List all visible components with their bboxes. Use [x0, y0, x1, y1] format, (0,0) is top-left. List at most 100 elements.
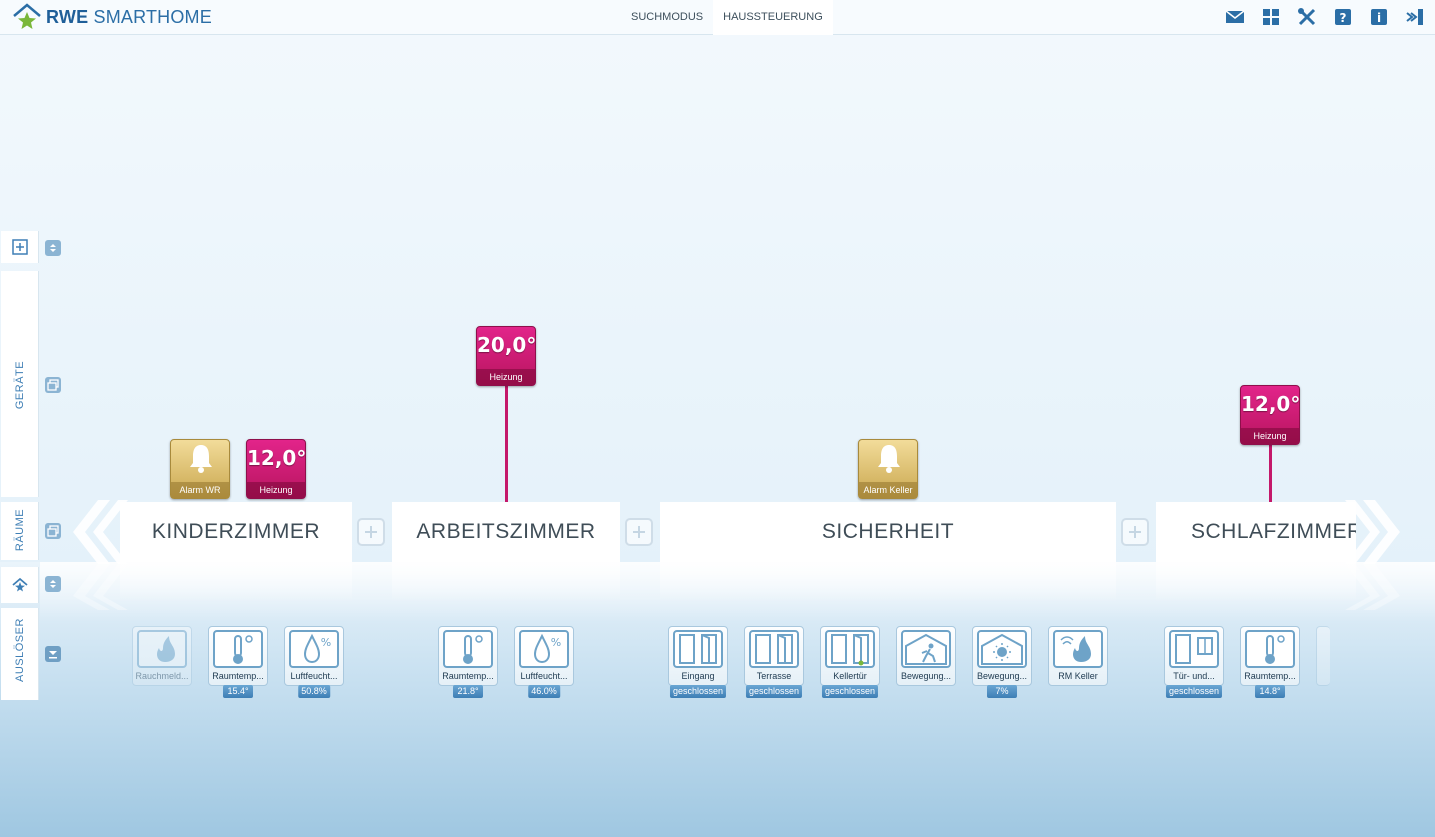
- logout-icon[interactable]: [1403, 6, 1427, 28]
- door-icon: [825, 630, 875, 668]
- house-star-icon: [12, 3, 42, 31]
- house-star-icon[interactable]: [12, 577, 28, 593]
- room-arbeitszimmer[interactable]: ARBEITSZIMMER: [392, 502, 620, 562]
- tile-label: Alarm WR: [171, 482, 229, 498]
- bell-icon: [873, 442, 905, 479]
- window-icon[interactable]: [45, 523, 61, 539]
- top-bar: RWE SMARTHOME SUCHMODUS HAUSSTEUERUNG ? …: [0, 0, 1435, 35]
- humidity-icon: %: [289, 630, 339, 668]
- tile-label: Heizung: [247, 482, 305, 498]
- door-window-icon: [1169, 630, 1219, 668]
- room-kinderzimmer[interactable]: KINDERZIMMER: [120, 502, 352, 562]
- tile-label: Heizung: [477, 369, 535, 385]
- tools-icon[interactable]: [1295, 6, 1319, 28]
- geraete-label: GERÄTE: [14, 360, 26, 410]
- room-schlafzimmer[interactable]: SCHLAFZIMMER: [1156, 502, 1356, 562]
- device-stem: [1269, 444, 1272, 502]
- window-door-sensor[interactable]: Tür- und... geschlossen: [1164, 626, 1224, 698]
- add-room-button[interactable]: [1121, 518, 1149, 546]
- room-reflection: [660, 562, 1116, 602]
- door-sensor[interactable]: Kellertür geschlossen: [820, 626, 880, 698]
- thermometer-icon: [213, 630, 263, 668]
- svg-text:i: i: [1377, 11, 1381, 25]
- alarm-tile[interactable]: Alarm Keller: [858, 439, 918, 499]
- door-icon: [749, 630, 799, 668]
- add-device-block: [1, 231, 39, 263]
- humidity-sensor[interactable]: % Luftfeucht... 46.0%: [514, 626, 574, 698]
- tab-suchmodus[interactable]: SUCHMODUS: [621, 0, 713, 35]
- flame-icon: [1053, 630, 1103, 668]
- svg-text:%: %: [321, 636, 331, 649]
- scroll-updown-icon[interactable]: [45, 240, 61, 256]
- geraete-block: GERÄTE: [1, 271, 39, 497]
- door-sensor[interactable]: Eingang geschlossen: [668, 626, 728, 698]
- mail-icon[interactable]: [1223, 6, 1247, 28]
- tab-haussteuerung[interactable]: HAUSSTEUERUNG: [713, 0, 833, 35]
- room-sicherheit[interactable]: SICHERHEIT: [660, 502, 1116, 562]
- heating-tile[interactable]: 12,0° Heizung: [1240, 385, 1300, 445]
- temperature-sensor[interactable]: Raumtemp... 21.8°: [438, 626, 498, 698]
- home-block: [1, 567, 39, 603]
- add-icon[interactable]: [12, 239, 28, 255]
- temperature-value: 12,0°: [1241, 392, 1300, 416]
- svg-text:%: %: [551, 636, 561, 649]
- temperature-value: 20,0°: [477, 333, 536, 357]
- thermometer-icon: [443, 630, 493, 668]
- sensor-value: 46.0%: [528, 685, 560, 698]
- humidity-icon: %: [519, 630, 569, 668]
- sensor-partial[interactable]: [1316, 626, 1330, 686]
- svg-text:?: ?: [1340, 11, 1347, 25]
- raeume-block: RÄUME: [1, 502, 39, 560]
- add-room-button[interactable]: [625, 518, 653, 546]
- mode-tabs: SUCHMODUS HAUSSTEUERUNG: [621, 0, 833, 35]
- tile-label: Heizung: [1241, 428, 1299, 444]
- add-room-button[interactable]: [357, 518, 385, 546]
- tile-label: Alarm Keller: [859, 482, 917, 498]
- info-icon[interactable]: i: [1367, 6, 1391, 28]
- room-reflection: [120, 562, 352, 602]
- temperature-value: 12,0°: [247, 446, 306, 470]
- humidity-sensor[interactable]: % Luftfeucht... 50.8%: [284, 626, 344, 698]
- heating-tile[interactable]: 12,0° Heizung: [246, 439, 306, 499]
- sensor-value: 7%: [987, 685, 1017, 698]
- help-icon[interactable]: ?: [1331, 6, 1355, 28]
- top-icons: ? i: [1223, 6, 1427, 28]
- motion-sensor[interactable]: Bewegung...: [896, 626, 956, 686]
- scroll-updown-icon[interactable]: [45, 576, 61, 592]
- scroll-left-arrow[interactable]: [68, 500, 128, 610]
- ausloeser-label: AUSLÖSER: [14, 618, 26, 682]
- sensor-value: geschlossen: [821, 685, 879, 698]
- brand-name: RWE SMARTHOME: [46, 6, 212, 27]
- temperature-sensor[interactable]: Raumtemp... 14.8°: [1240, 626, 1300, 698]
- door-sensor[interactable]: Terrasse geschlossen: [744, 626, 804, 698]
- left-panel: GERÄTE RÄUME AUSLÖSER: [0, 35, 61, 837]
- dashboard-icon[interactable]: [1259, 6, 1283, 28]
- sensor-value: 14.8°: [1255, 685, 1285, 698]
- room-reflection: [392, 562, 620, 602]
- temperature-sensor[interactable]: Raumtemp... 15.4°: [208, 626, 268, 698]
- door-icon: [673, 630, 723, 668]
- smoke-sensor[interactable]: Rauchmeld...: [132, 626, 192, 686]
- sensor-value: geschlossen: [669, 685, 727, 698]
- heating-tile[interactable]: 20,0° Heizung: [476, 326, 536, 386]
- thermometer-icon: [1245, 630, 1295, 668]
- motion-icon: [901, 630, 951, 668]
- sensor-value: geschlossen: [745, 685, 803, 698]
- raeume-label: RÄUME: [14, 508, 26, 552]
- alarm-tile[interactable]: Alarm WR: [170, 439, 230, 499]
- bell-icon: [185, 442, 217, 479]
- device-stem: [505, 385, 508, 502]
- logo[interactable]: RWE SMARTHOME: [12, 3, 212, 31]
- smoke-sensor[interactable]: RM Keller: [1048, 626, 1108, 686]
- collapse-icon[interactable]: [45, 646, 61, 662]
- sensor-value: geschlossen: [1165, 685, 1223, 698]
- sensor-value: 50.8%: [298, 685, 330, 698]
- light-sensor[interactable]: Bewegung... 7%: [972, 626, 1032, 698]
- room-reflection: [1156, 562, 1356, 602]
- sun-house-icon: [977, 630, 1027, 668]
- sensor-value: 15.4°: [223, 685, 253, 698]
- flame-icon: [137, 630, 187, 668]
- window-icon[interactable]: [45, 377, 61, 393]
- sensor-value: 21.8°: [453, 685, 483, 698]
- ausloeser-block: AUSLÖSER: [1, 608, 39, 700]
